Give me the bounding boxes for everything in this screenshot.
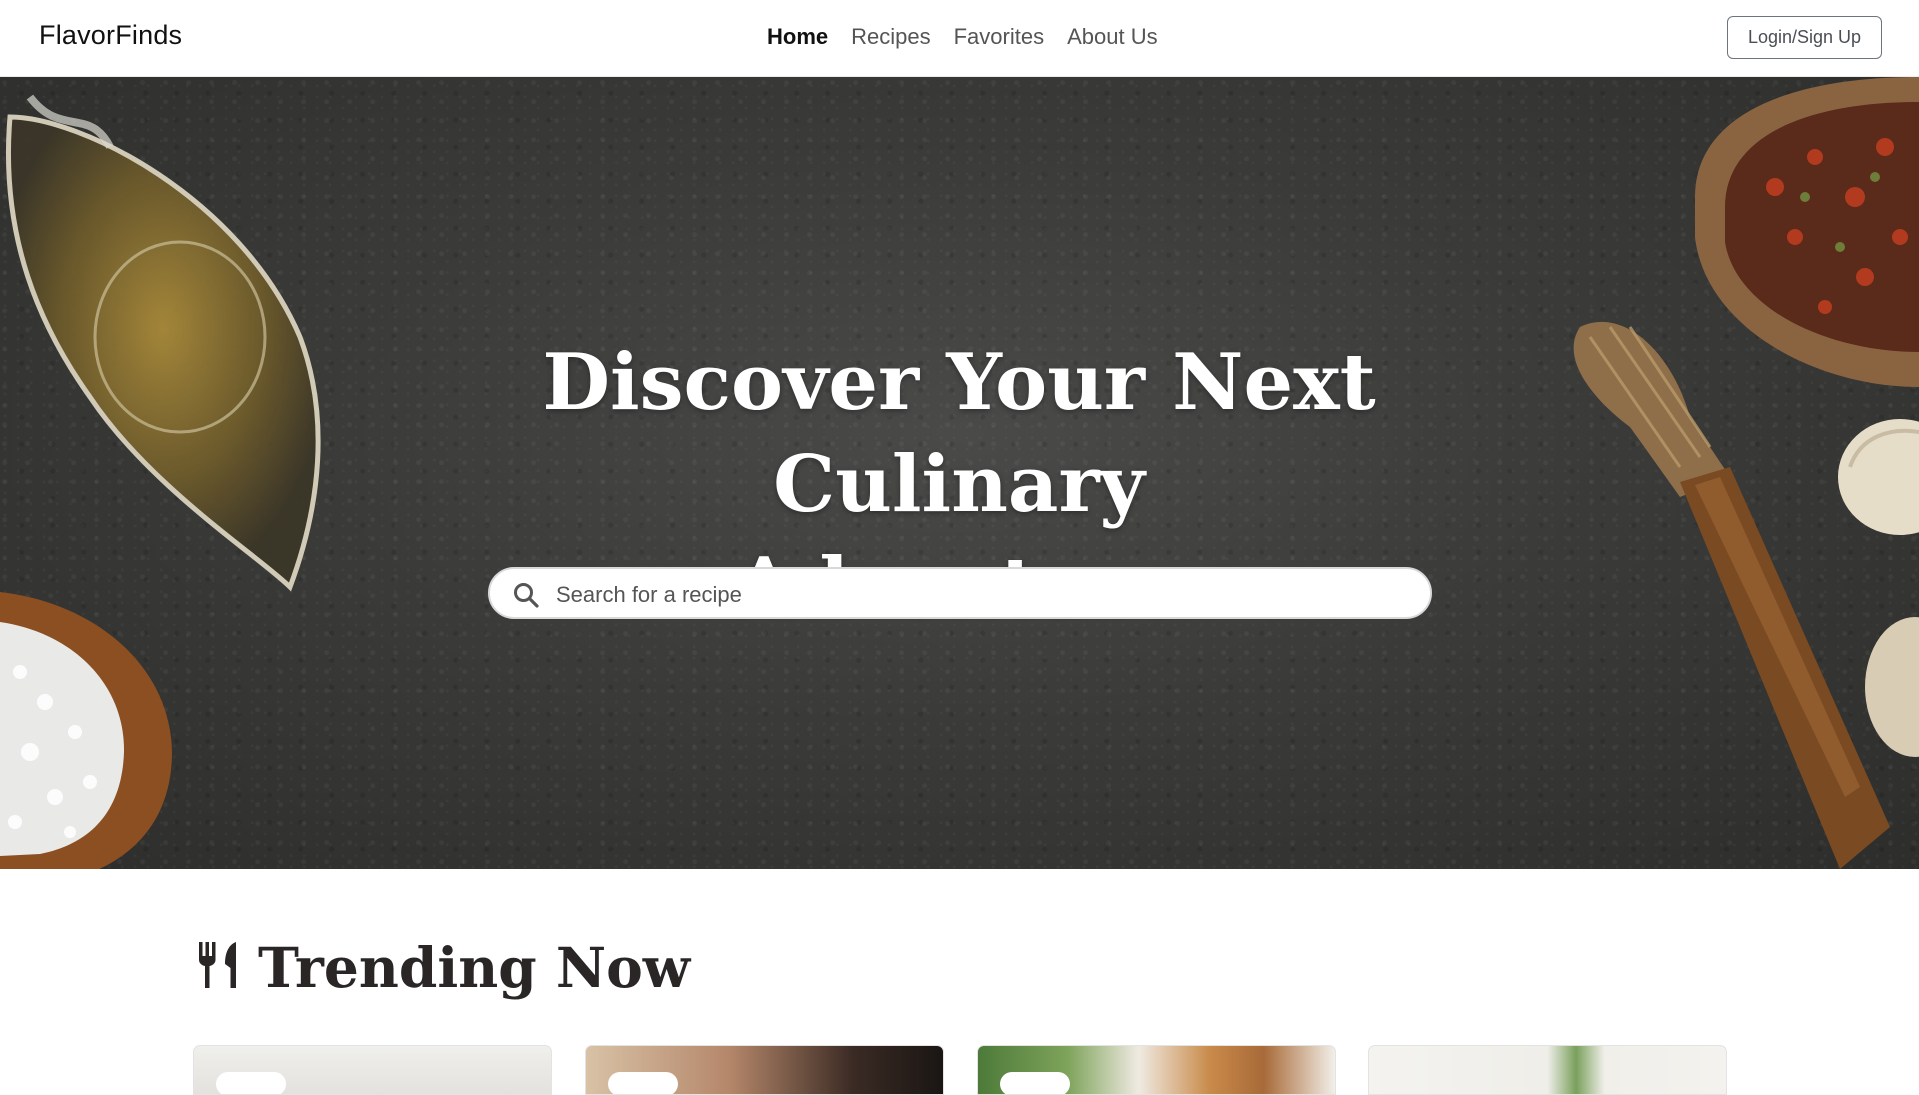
search-icon	[512, 581, 540, 614]
recipe-card-4[interactable]	[1368, 1045, 1727, 1095]
brand-logo[interactable]: FlavorFinds	[39, 20, 182, 51]
search-input[interactable]	[554, 575, 1418, 615]
main-nav: Home Recipes Favorites About Us	[767, 24, 1158, 50]
nav-link-home[interactable]: Home	[767, 24, 828, 50]
card-badge	[1000, 1072, 1070, 1094]
top-navbar: FlavorFinds Home Recipes Favorites About…	[0, 0, 1919, 77]
trending-title: Trending Now	[258, 935, 691, 1000]
login-signup-button[interactable]: Login/Sign Up	[1727, 16, 1882, 59]
nav-link-about-us[interactable]: About Us	[1067, 24, 1158, 50]
recipe-card-2[interactable]	[585, 1045, 944, 1095]
trending-header: Trending Now	[196, 935, 690, 1000]
utensils-icon	[196, 942, 240, 993]
nav-link-favorites[interactable]: Favorites	[954, 24, 1044, 50]
hero-banner: Discover Your Next Culinary Adventure	[0, 77, 1919, 869]
recipe-card-3[interactable]	[977, 1045, 1336, 1095]
nav-link-recipes[interactable]: Recipes	[851, 24, 930, 50]
recipe-card-1[interactable]	[193, 1045, 552, 1095]
card-badge	[608, 1072, 678, 1094]
hero-title-line-1: Discover Your Next Culinary	[542, 337, 1376, 530]
search-bar[interactable]	[488, 567, 1432, 619]
card-badge	[216, 1072, 286, 1094]
